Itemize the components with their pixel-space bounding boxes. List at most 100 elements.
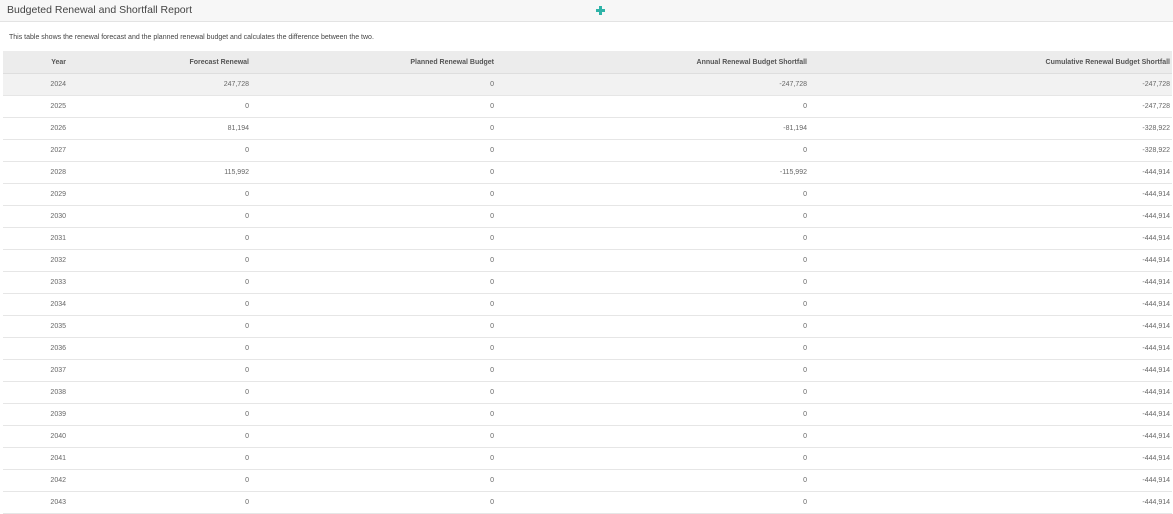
cell-year: 2043	[3, 491, 66, 514]
plus-icon[interactable]	[596, 6, 605, 15]
cell-cumulative-shortfall: -444,914	[807, 271, 1172, 294]
table-row: 2036 0 0 0 -444,914	[3, 337, 1172, 360]
cell-annual-shortfall: 0	[494, 315, 807, 338]
cell-planned-budget: 0	[249, 469, 494, 492]
cell-annual-shortfall: 0	[494, 337, 807, 360]
cell-forecast-renewal: 0	[66, 403, 249, 426]
cell-cumulative-shortfall: -247,728	[807, 73, 1172, 96]
cell-cumulative-shortfall: -444,914	[807, 161, 1172, 184]
cell-forecast-renewal: 0	[66, 315, 249, 338]
cell-forecast-renewal: 0	[66, 95, 249, 118]
cell-forecast-renewal: 0	[66, 139, 249, 162]
cell-annual-shortfall: -81,194	[494, 117, 807, 140]
table-row: 2039 0 0 0 -444,914	[3, 403, 1172, 426]
table-row: 2037 0 0 0 -444,914	[3, 359, 1172, 382]
cell-cumulative-shortfall: -444,914	[807, 403, 1172, 426]
cell-forecast-renewal: 0	[66, 227, 249, 250]
cell-year: 2040	[3, 425, 66, 448]
cell-planned-budget: 0	[249, 161, 494, 184]
cell-cumulative-shortfall: -444,914	[807, 447, 1172, 470]
cell-forecast-renewal: 0	[66, 271, 249, 294]
cell-cumulative-shortfall: -444,914	[807, 227, 1172, 250]
cell-planned-budget: 0	[249, 227, 494, 250]
cell-planned-budget: 0	[249, 359, 494, 382]
cell-planned-budget: 0	[249, 315, 494, 338]
table-row: 2032 0 0 0 -444,914	[3, 249, 1172, 272]
cell-annual-shortfall: 0	[494, 469, 807, 492]
cell-forecast-renewal: 0	[66, 491, 249, 514]
table-body: 2024 247,728 0 -247,728 -247,728 2025 0 0 0 -247,…	[3, 73, 1172, 514]
table-header-row: Year Forecast Renewal Planned Renewal Bu…	[3, 51, 1172, 74]
cell-cumulative-shortfall: -444,914	[807, 491, 1172, 514]
cell-cumulative-shortfall: -444,914	[807, 315, 1172, 338]
cell-year: 2029	[3, 183, 66, 206]
cell-planned-budget: 0	[249, 117, 494, 140]
table-row: 2035 0 0 0 -444,914	[3, 315, 1172, 338]
cell-forecast-renewal: 0	[66, 205, 249, 228]
cell-year: 2034	[3, 293, 66, 316]
cell-planned-budget: 0	[249, 183, 494, 206]
table-row: 2028 115,992 0 -115,992 -444,914	[3, 161, 1172, 184]
column-header-cumulative-shortfall[interactable]: Cumulative Renewal Budget Shortfall	[807, 51, 1172, 74]
cell-planned-budget: 0	[249, 337, 494, 360]
cell-year: 2031	[3, 227, 66, 250]
column-header-annual-shortfall[interactable]: Annual Renewal Budget Shortfall	[494, 51, 807, 74]
cell-year: 2037	[3, 359, 66, 382]
cell-forecast-renewal: 0	[66, 447, 249, 470]
cell-annual-shortfall: 0	[494, 359, 807, 382]
column-header-year[interactable]: Year	[3, 51, 66, 74]
cell-annual-shortfall: 0	[494, 425, 807, 448]
cell-year: 2033	[3, 271, 66, 294]
table-row: 2034 0 0 0 -444,914	[3, 293, 1172, 316]
cell-year: 2039	[3, 403, 66, 426]
cell-planned-budget: 0	[249, 403, 494, 426]
cell-year: 2032	[3, 249, 66, 272]
cell-forecast-renewal: 247,728	[66, 73, 249, 96]
cell-annual-shortfall: 0	[494, 447, 807, 470]
cell-planned-budget: 0	[249, 95, 494, 118]
cell-forecast-renewal: 81,194	[66, 117, 249, 140]
table-row: 2025 0 0 0 -247,728	[3, 95, 1172, 118]
cell-forecast-renewal: 0	[66, 183, 249, 206]
table-row: 2033 0 0 0 -444,914	[3, 271, 1172, 294]
panel-header: Budgeted Renewal and Shortfall Report	[0, 0, 1173, 22]
column-header-forecast-renewal[interactable]: Forecast Renewal	[66, 51, 249, 74]
cell-year: 2041	[3, 447, 66, 470]
cell-planned-budget: 0	[249, 381, 494, 404]
cell-planned-budget: 0	[249, 139, 494, 162]
cell-forecast-renewal: 0	[66, 337, 249, 360]
cell-year: 2024	[3, 73, 66, 96]
cell-annual-shortfall: -115,992	[494, 161, 807, 184]
cell-cumulative-shortfall: -444,914	[807, 337, 1172, 360]
column-header-planned-renewal-budget[interactable]: Planned Renewal Budget	[249, 51, 494, 74]
cell-annual-shortfall: 0	[494, 271, 807, 294]
cell-annual-shortfall: 0	[494, 95, 807, 118]
cell-cumulative-shortfall: -444,914	[807, 469, 1172, 492]
cell-planned-budget: 0	[249, 491, 494, 514]
cell-planned-budget: 0	[249, 205, 494, 228]
cell-year: 2038	[3, 381, 66, 404]
table-row: 2038 0 0 0 -444,914	[3, 381, 1172, 404]
cell-forecast-renewal: 115,992	[66, 161, 249, 184]
cell-cumulative-shortfall: -444,914	[807, 249, 1172, 272]
cell-forecast-renewal: 0	[66, 469, 249, 492]
cell-year: 2036	[3, 337, 66, 360]
table-row: 2042 0 0 0 -444,914	[3, 469, 1172, 492]
cell-planned-budget: 0	[249, 447, 494, 470]
cell-forecast-renewal: 0	[66, 425, 249, 448]
cell-year: 2030	[3, 205, 66, 228]
cell-annual-shortfall: 0	[494, 293, 807, 316]
table-row: 2024 247,728 0 -247,728 -247,728	[3, 73, 1172, 96]
table-row: 2027 0 0 0 -328,922	[3, 139, 1172, 162]
cell-year: 2025	[3, 95, 66, 118]
cell-forecast-renewal: 0	[66, 249, 249, 272]
cell-annual-shortfall: 0	[494, 403, 807, 426]
cell-cumulative-shortfall: -444,914	[807, 183, 1172, 206]
table-row: 2030 0 0 0 -444,914	[3, 205, 1172, 228]
cell-annual-shortfall: 0	[494, 227, 807, 250]
cell-year: 2042	[3, 469, 66, 492]
table-row: 2031 0 0 0 -444,914	[3, 227, 1172, 250]
cell-year: 2028	[3, 161, 66, 184]
table-row: 2029 0 0 0 -444,914	[3, 183, 1172, 206]
table-row: 2043 0 0 0 -444,914	[3, 491, 1172, 514]
